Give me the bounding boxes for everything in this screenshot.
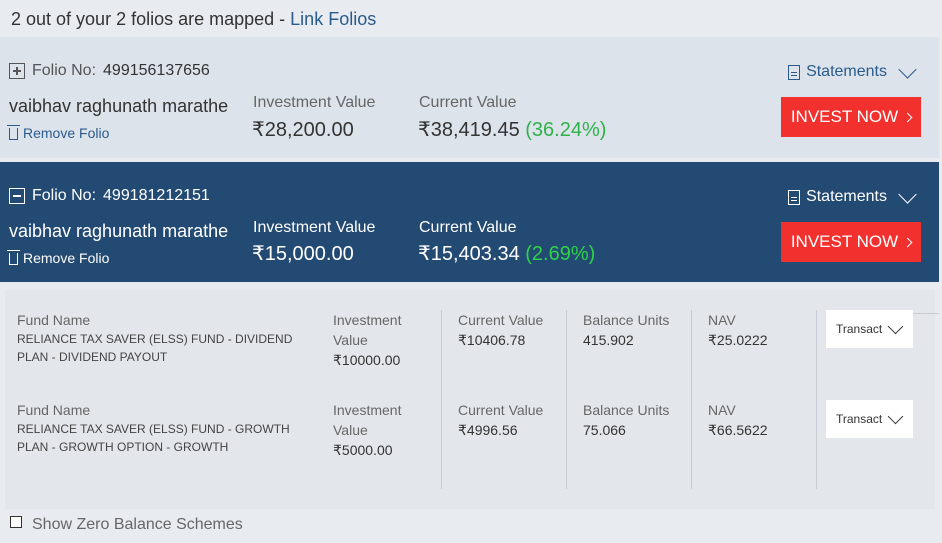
chevron-down-icon (887, 408, 904, 424)
scheme-row: Fund Name RELIANCE TAX SAVER (ELSS) FUND… (5, 400, 935, 490)
investment-value: ₹10000.00 (333, 352, 401, 368)
folios-mapped-text: 2 out of your 2 folios are mapped - Link… (11, 9, 376, 30)
statements-label: Statements (806, 188, 887, 205)
folio-header[interactable]: Folio No: 499181212151 (9, 187, 210, 205)
investment-value: ₹5000.00 (333, 442, 393, 458)
current-value-amount: ₹15,403.34 (418, 243, 520, 265)
nav-cell: NAV ₹66.5622 (708, 400, 768, 440)
chevron-right-icon (902, 237, 913, 247)
zero-balance-label: Show Zero Balance Schemes (32, 516, 243, 533)
nav-value: ₹25.0222 (708, 332, 768, 348)
invest-now-button[interactable]: INVEST NOW (781, 222, 921, 262)
balance-units-value: 415.902 (583, 332, 634, 348)
balance-units-cell: Balance Units 75.066 (583, 400, 669, 440)
investment-label-line2: Value (333, 422, 368, 438)
investment-value: ₹28,200.00 (252, 119, 354, 141)
investment-value-label: Investment Value (253, 219, 376, 236)
trash-icon (7, 125, 20, 140)
investment-label: Investment (333, 402, 402, 418)
transact-label: Transact (836, 412, 883, 426)
nav-label: NAV (708, 402, 736, 418)
fund-name-line: PLAN - GROWTH OPTION - GROWTH (17, 440, 229, 454)
expand-icon[interactable] (9, 63, 25, 79)
fund-name-line: RELIANCE TAX SAVER (ELSS) FUND - GROWTH (17, 422, 290, 436)
divider-line (913, 313, 939, 314)
statements-label: Statements (806, 63, 887, 80)
trash-icon (7, 250, 20, 265)
remove-folio-label: Remove Folio (23, 125, 110, 141)
document-icon (788, 189, 801, 205)
balance-units-label: Balance Units (583, 312, 670, 328)
zero-balance-checkbox[interactable] (10, 516, 22, 528)
gain-percentage: (36.24%) (525, 119, 607, 141)
remove-folio-link[interactable]: Remove Folio (7, 250, 110, 266)
current-value-cell: Current Value ₹10406.78 (458, 310, 543, 350)
remove-folio-link[interactable]: Remove Folio (7, 125, 110, 141)
folio-card-expanded: Folio No: 499181212151 vaibhav raghunath… (0, 162, 939, 282)
fund-name-line: PLAN - DIVIDEND PAYOUT (17, 350, 168, 364)
transact-dropdown[interactable]: Transact (826, 400, 913, 438)
link-folios-link[interactable]: Link Folios (290, 9, 376, 29)
chevron-down-icon (898, 184, 917, 204)
fund-name-cell: Fund Name RELIANCE TAX SAVER (ELSS) FUND… (17, 310, 307, 366)
chevron-down-icon (898, 59, 917, 79)
folio-owner-name: vaibhav raghunath marathe (9, 96, 229, 116)
folio-card-collapsed: Folio No: 499156137656 vaibhav raghunath… (0, 37, 939, 158)
investment-value-cell: Investment Value ₹10000.00 (333, 310, 401, 370)
current-value: ₹10406.78 (458, 332, 526, 348)
current-value-amount: ₹38,419.45 (418, 119, 520, 141)
folio-label: Folio No: (32, 62, 97, 79)
balance-units-cell: Balance Units 415.902 (583, 310, 669, 350)
transact-label: Transact (836, 322, 883, 336)
chevron-down-icon (887, 318, 904, 334)
schemes-panel: Fund Name RELIANCE TAX SAVER (ELSS) FUND… (5, 290, 939, 509)
current-value: ₹15,403.34 (2.69%) (418, 241, 595, 266)
scheme-row: Fund Name RELIANCE TAX SAVER (ELSS) FUND… (5, 310, 939, 400)
folio-owner-name: vaibhav raghunath marathe (9, 221, 229, 241)
current-value-cell: Current Value ₹4996.56 (458, 400, 543, 440)
statements-dropdown[interactable]: Statements (788, 59, 918, 81)
investment-value-cell: Investment Value ₹5000.00 (333, 400, 401, 460)
current-value: ₹4996.56 (458, 422, 518, 438)
nav-cell: NAV ₹25.0222 (708, 310, 768, 350)
collapse-icon[interactable] (9, 188, 25, 204)
balance-units-label: Balance Units (583, 402, 670, 418)
invest-now-button[interactable]: INVEST NOW (781, 97, 921, 137)
document-icon (788, 64, 801, 80)
folio-number: 499156137656 (103, 62, 210, 79)
nav-label: NAV (708, 312, 736, 328)
current-value: ₹38,419.45 (36.24%) (418, 117, 606, 142)
current-value-label: Current Value (458, 402, 544, 418)
balance-units-value: 75.066 (583, 422, 626, 438)
statements-dropdown[interactable]: Statements (788, 184, 918, 206)
current-value-label: Current Value (458, 312, 544, 328)
investment-value-label: Investment Value (253, 94, 376, 111)
remove-folio-label: Remove Folio (23, 250, 110, 266)
zero-balance-toggle: Show Zero Balance Schemes (10, 516, 243, 534)
fund-name-label: Fund Name (17, 402, 91, 418)
chevron-right-icon (902, 112, 913, 122)
transact-dropdown[interactable]: Transact (826, 310, 913, 348)
folio-label: Folio No: (32, 187, 97, 204)
investment-label: Investment (333, 312, 402, 328)
invest-now-label: INVEST NOW (790, 232, 899, 251)
fund-name-label: Fund Name (17, 312, 91, 328)
gain-percentage: (2.69%) (525, 243, 596, 265)
folio-number: 499181212151 (103, 187, 210, 204)
fund-name-line: RELIANCE TAX SAVER (ELSS) FUND - DIVIDEN… (17, 332, 293, 346)
investment-value: ₹15,000.00 (252, 243, 354, 265)
current-value-label: Current Value (419, 94, 517, 111)
mapped-count-text: 2 out of your 2 folios are mapped - (11, 9, 291, 29)
fund-name-cell: Fund Name RELIANCE TAX SAVER (ELSS) FUND… (17, 400, 307, 456)
invest-now-label: INVEST NOW (790, 107, 899, 126)
investment-label-line2: Value (333, 332, 368, 348)
current-value-label: Current Value (419, 219, 517, 236)
nav-value: ₹66.5622 (708, 422, 768, 438)
folio-header[interactable]: Folio No: 499156137656 (9, 62, 210, 80)
